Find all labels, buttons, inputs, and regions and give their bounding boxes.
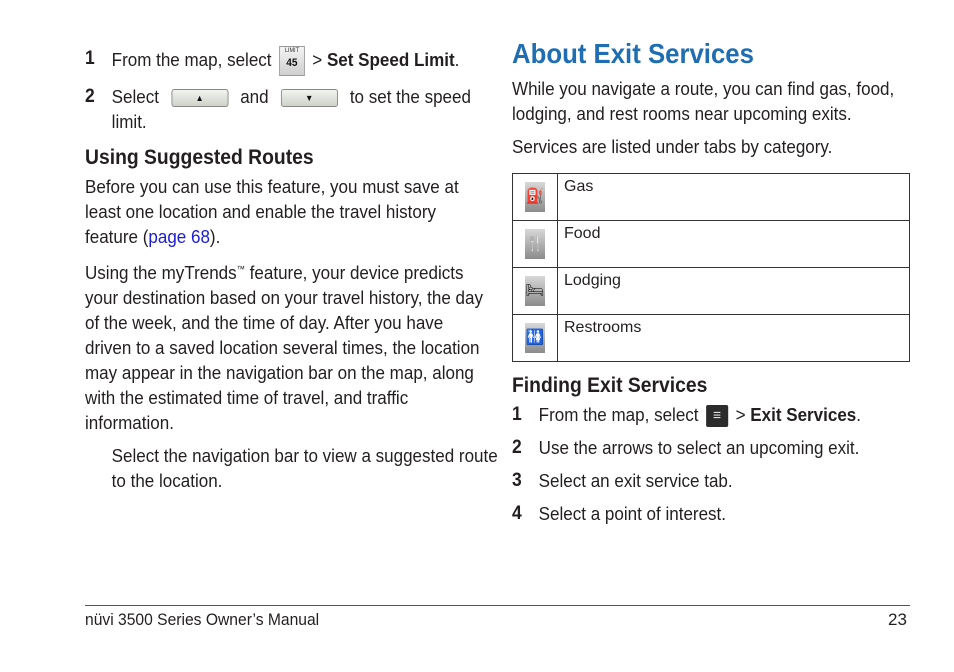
step-text: Select bbox=[111, 86, 159, 107]
section-heading-suggested-routes: Using Suggested Routes bbox=[85, 146, 314, 169]
page-number: 23 bbox=[888, 610, 907, 629]
tabs-paragraph: Services are listed under tabs by catego… bbox=[512, 136, 833, 157]
services-table: ⛽ Gas 🍴 Food 🛏 Lodging 🚻 Restrooms bbox=[512, 173, 910, 362]
menu-option-exit-services: Exit Services bbox=[750, 404, 857, 425]
step-number: 2 bbox=[85, 86, 95, 107]
limit-value: 45 bbox=[286, 57, 298, 69]
step-number: 2 bbox=[512, 437, 522, 459]
step-4: 4 Select a point of interest. bbox=[512, 501, 934, 526]
paragraph-mytrends: Using the myTrends™ feature, your device… bbox=[85, 257, 485, 435]
restrooms-icon: 🚻 bbox=[525, 323, 545, 353]
step-2: 2 Select ▲ and ▼ to set the speed limit. bbox=[85, 84, 507, 134]
step-number: 1 bbox=[85, 48, 95, 69]
footer-manual-title: nüvi 3500 Series Owner’s Manual bbox=[85, 610, 320, 629]
food-icon: 🍴 bbox=[525, 229, 545, 259]
service-label: Food bbox=[557, 220, 910, 268]
up-arrow-icon: ▲ bbox=[171, 89, 229, 108]
down-arrow-icon: ▼ bbox=[280, 89, 338, 108]
step-1: 1 From the map, select ≡ > Exit Services… bbox=[512, 402, 934, 428]
right-column: About Exit Services While you navigate a… bbox=[512, 38, 912, 534]
step-text: Select an exit service tab. bbox=[538, 470, 733, 492]
menu-icon: ≡ bbox=[706, 405, 729, 428]
service-label: Gas bbox=[557, 173, 910, 221]
step-number: 3 bbox=[512, 470, 522, 492]
section-heading-finding-exit-services: Finding Exit Services bbox=[512, 374, 708, 397]
step-text: From the map, select bbox=[538, 404, 699, 425]
paragraph-text: Before you can use this feature, you mus… bbox=[85, 176, 459, 247]
paragraph-text: ). bbox=[209, 226, 221, 247]
step-text: Select a point of interest. bbox=[538, 503, 727, 525]
page-title: About Exit Services bbox=[512, 38, 754, 69]
instruction: Select the navigation bar to view a sugg… bbox=[111, 445, 498, 492]
paragraph-prerequisite: Before you can use this feature, you mus… bbox=[85, 174, 485, 249]
step-text: From the map, select bbox=[111, 48, 272, 70]
separator: > bbox=[312, 48, 323, 70]
menu-option-set-speed-limit: Set Speed Limit bbox=[326, 48, 455, 70]
paragraph-text: Using the myTrends bbox=[85, 262, 237, 284]
speed-limit-icon: LIMIT 45 bbox=[279, 46, 305, 76]
step-number: 1 bbox=[512, 404, 522, 425]
paragraph-text: feature, your device predicts your desti… bbox=[85, 262, 484, 434]
service-label: Restrooms bbox=[557, 314, 910, 362]
step-text: and bbox=[240, 86, 269, 107]
service-label: Lodging bbox=[557, 267, 910, 315]
limit-label: LIMIT bbox=[284, 48, 299, 54]
table-row: 🛏 Lodging bbox=[512, 267, 910, 315]
trademark: ™ bbox=[236, 264, 245, 274]
step-1: 1 From the map, select LIMIT 45 > Set Spe… bbox=[85, 46, 507, 76]
period: . bbox=[856, 404, 861, 425]
left-column: 1 From the map, select LIMIT 45 > Set Spe… bbox=[85, 46, 498, 501]
step-text: Use the arrows to select an upcoming exi… bbox=[538, 437, 860, 459]
table-row: ⛽ Gas bbox=[512, 173, 910, 221]
step-2: 2 Use the arrows to select an upcoming ex… bbox=[512, 435, 934, 460]
footer-divider bbox=[85, 605, 910, 606]
intro-paragraph: While you navigate a route, you can find… bbox=[512, 78, 895, 124]
gas-icon: ⛽ bbox=[525, 182, 545, 212]
table-row: 🍴 Food bbox=[512, 220, 910, 268]
step-number: 4 bbox=[512, 503, 522, 525]
page-link[interactable]: page 68 bbox=[148, 226, 210, 247]
table-row: 🚻 Restrooms bbox=[512, 314, 910, 362]
step-3: 3 Select an exit service tab. bbox=[512, 468, 934, 493]
lodging-icon: 🛏 bbox=[525, 276, 545, 306]
period: . bbox=[454, 48, 460, 70]
separator: > bbox=[735, 404, 746, 425]
